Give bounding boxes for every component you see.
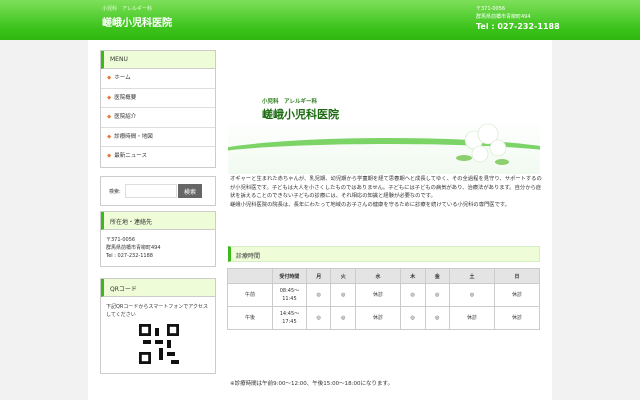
- table-cell: 休診: [449, 306, 495, 330]
- column-header: 土: [449, 268, 495, 284]
- contact-postal: 〒371-0056: [106, 237, 136, 243]
- column-header: 水: [355, 268, 401, 284]
- menu-box: MENU ◆ ホーム ◆ 医院概要 ◆ 医院紹介 ◆ 診療時間・地図 ◆ 最新ニュース: [100, 50, 216, 168]
- header-subtitle: 小児科 アレルギー科: [102, 6, 153, 12]
- hero-clinic-name: 嵯峨小児科医院: [262, 108, 339, 121]
- table-cell: ◎: [424, 283, 451, 307]
- menu-item[interactable]: ◆ 最新ニュース: [101, 147, 215, 167]
- menu-item-label: 診療時間・地図: [114, 133, 153, 140]
- table-cell: 午前: [227, 283, 273, 307]
- table-cell: ◎: [330, 283, 357, 307]
- diamond-bullet-icon: ◆: [107, 94, 112, 101]
- table-cell: 08:45～11:45: [271, 283, 307, 307]
- menu-item-label: 最新ニュース: [114, 153, 147, 159]
- site-title[interactable]: 嵯峨小児科医院: [102, 14, 172, 29]
- column-header: 木: [399, 268, 426, 284]
- flower-bouquet-image: [456, 123, 509, 165]
- table-row: 午前 08:45～11:45 ◎ ◎ 休診 ◎ ◎ ◎ 休診: [227, 283, 540, 307]
- qr-code-image: [139, 324, 179, 364]
- diamond-bullet-icon: ◆: [107, 153, 112, 159]
- diamond-bullet-icon: ◆: [107, 75, 112, 81]
- contact-box: 所在地・連絡先 〒371-0056 群馬県前橋市青柳町494 Tel : 027…: [100, 211, 216, 267]
- header-postal: 〒371-0056: [476, 6, 506, 12]
- table-cell: 休診: [494, 283, 540, 307]
- table-cell: ◎: [305, 283, 332, 307]
- qr-title: QRコード: [101, 279, 215, 297]
- intro-paragraph: 嵯峨小児科医院の院長は、長年にわたって地域のお子さんの健康を守るために診療を続け…: [230, 201, 510, 208]
- search-label: 検索:: [109, 189, 121, 195]
- column-header: 月: [305, 268, 332, 284]
- table-cell: 14:45～17:45: [271, 306, 307, 330]
- qr-text: 下記QRコードからスマートフォンでアクセスしてください: [106, 304, 209, 318]
- diamond-bullet-icon: ◆: [107, 133, 112, 140]
- table-cell: ◎: [305, 306, 332, 330]
- contact-address: 群馬県前橋市青柳町494: [106, 245, 161, 251]
- menu-title: MENU: [101, 51, 215, 69]
- search-input[interactable]: [125, 184, 177, 198]
- diamond-bullet-icon: ◆: [107, 114, 112, 120]
- qr-box: QRコード 下記QRコードからスマートフォンでアクセスしてください: [100, 278, 216, 374]
- hours-table: 受付時間月火水木金土日午前 08:45～11:45 ◎ ◎ 休診 ◎ ◎ ◎ 休診 午後 14:45…: [227, 268, 540, 330]
- column-header: 火: [330, 268, 357, 284]
- table-row: 午後 14:45～17:45 ◎ ◎ 休診 ◎ ◎ 休診 休診: [227, 306, 540, 330]
- table-cell: ◎: [399, 306, 426, 330]
- search-button[interactable]: 検索: [178, 184, 202, 198]
- page-content: MENU ◆ ホーム ◆ 医院概要 ◆ 医院紹介 ◆ 診療時間・地図 ◆ 最新ニュース 検索: 検…: [88, 40, 552, 400]
- contact-tel: Tel : 027-232-1188: [106, 253, 153, 259]
- table-cell: ◎: [399, 283, 426, 307]
- table-cell: 午後: [227, 306, 273, 330]
- intro-text: オギャーと生まれた赤ちゃんが、乳児期、幼児期から学童期を経て思春期へと成長してゆ…: [230, 175, 542, 209]
- intro-paragraph: オギャーと生まれた赤ちゃんが、乳児期、幼児期から学童期を経て思春期へと成長してゆ…: [230, 176, 542, 199]
- search-box: 検索: 検索: [100, 176, 216, 206]
- hero-subtitle: 小児科 アレルギー科: [262, 99, 318, 105]
- table-cell: 休診: [355, 306, 401, 330]
- table-cell: 休診: [494, 306, 540, 330]
- column-header: 日: [494, 268, 540, 284]
- table-cell: ◎: [449, 283, 495, 307]
- menu-item-label: ホーム: [114, 75, 131, 81]
- menu-item[interactable]: ◆ 診療時間・地図: [101, 128, 215, 147]
- table-cell: 休診: [355, 283, 401, 307]
- column-header: 受付時間: [271, 268, 307, 284]
- menu-item[interactable]: ◆ 医院紹介: [101, 108, 215, 128]
- header-tel: Tel : 027-232-1188: [476, 22, 560, 31]
- hero-banner: 小児科 アレルギー科 嵯峨小児科医院: [228, 50, 540, 174]
- hours-title: 診療時間: [228, 246, 540, 262]
- hours-note: ※診療時間は午前9:00～12:00、午後15:00～18:00になります。: [230, 381, 393, 387]
- table-cell: ◎: [424, 306, 451, 330]
- menu-item[interactable]: ◆ ホーム: [101, 69, 215, 89]
- column-header: [227, 268, 273, 284]
- menu-item-label: 医院概要: [114, 94, 137, 101]
- column-header: 金: [424, 268, 451, 284]
- header-address: 群馬県前橋市青柳町494: [476, 14, 531, 20]
- menu-item-label: 医院紹介: [114, 114, 137, 120]
- menu-item[interactable]: ◆ 医院概要: [101, 89, 215, 108]
- table-cell: ◎: [330, 306, 357, 330]
- header-contact: 〒371-0056 群馬県前橋市青柳町494 Tel : 027-232-118…: [476, 5, 560, 33]
- site-header: 小児科 アレルギー科 嵯峨小児科医院 〒371-0056 群馬県前橋市青柳町49…: [0, 0, 640, 40]
- contact-title: 所在地・連絡先: [101, 212, 215, 230]
